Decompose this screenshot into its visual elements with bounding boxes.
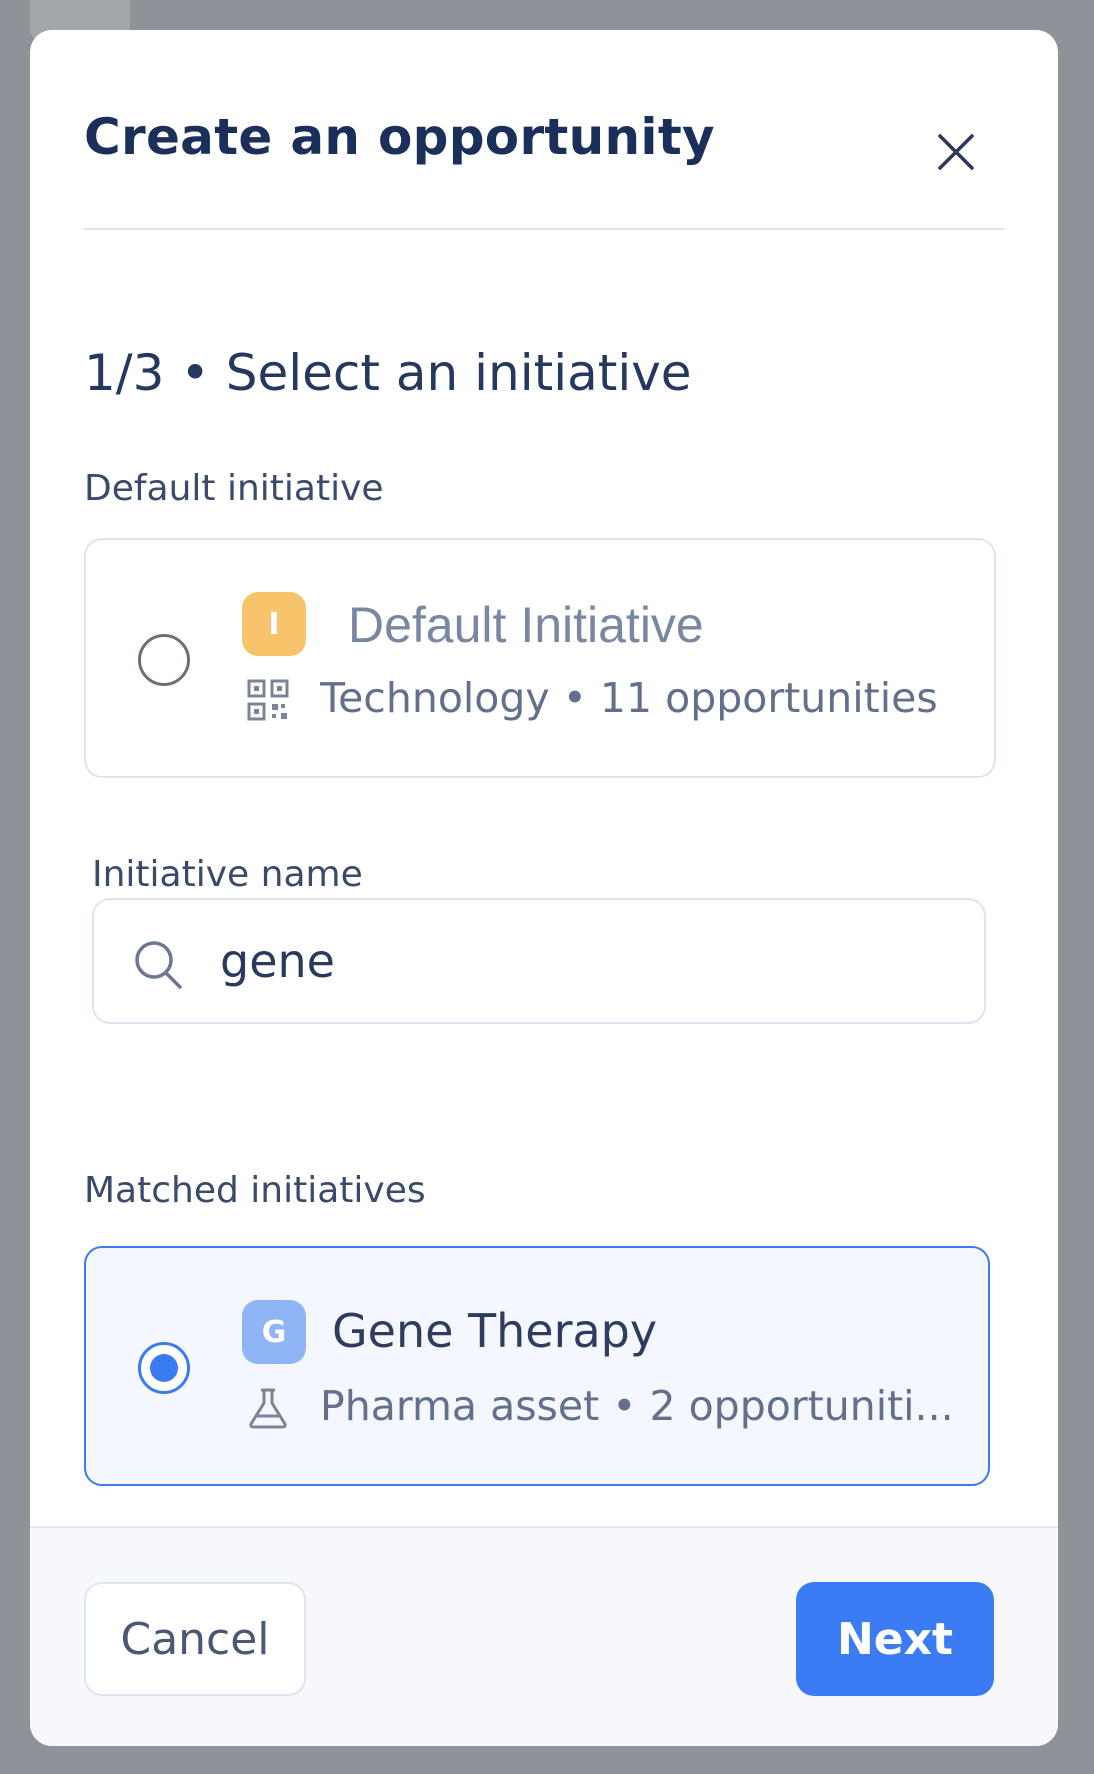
default-initiative-radio[interactable] [138,634,190,686]
initiative-search-input[interactable] [220,928,940,994]
gene-therapy-name: Gene Therapy [332,1304,658,1358]
step-title: 1/3 • Select an initiative [84,344,692,402]
default-initiative-avatar: I [242,592,306,656]
modal-title: Create an opportunity [84,108,715,166]
next-button[interactable]: Next [796,1582,994,1696]
close-button[interactable] [928,124,984,180]
flask-icon [249,1388,287,1429]
modal-footer: Cancel Next [30,1526,1058,1746]
gene-therapy-avatar: G [242,1300,306,1364]
close-icon [938,134,974,170]
initiative-search-field[interactable] [92,898,986,1024]
gene-therapy-meta: Pharma asset • 2 opportuniti... [320,1382,954,1430]
modal-header: Create an opportunity [84,30,1004,230]
initiative-name-label: Initiative name [92,854,363,895]
create-opportunity-modal: Create an opportunity 1/3 • Select an in… [30,30,1058,1746]
default-initiative-meta: Technology • 11 opportunities [320,674,938,722]
default-initiative-card[interactable]: I Default Initiative Technology • 11 opp… [84,538,996,778]
default-initiative-name: Default Initiative [348,597,704,653]
gene-therapy-card[interactable]: G Gene Therapy Pharma asset • 2 opportun… [84,1246,990,1486]
matched-initiatives-label: Matched initiatives [84,1170,426,1211]
default-initiative-label: Default initiative [84,468,384,509]
qr-code-icon [247,679,289,721]
gene-therapy-radio[interactable] [138,1342,190,1394]
cancel-button[interactable]: Cancel [84,1582,306,1696]
search-icon [135,941,182,989]
